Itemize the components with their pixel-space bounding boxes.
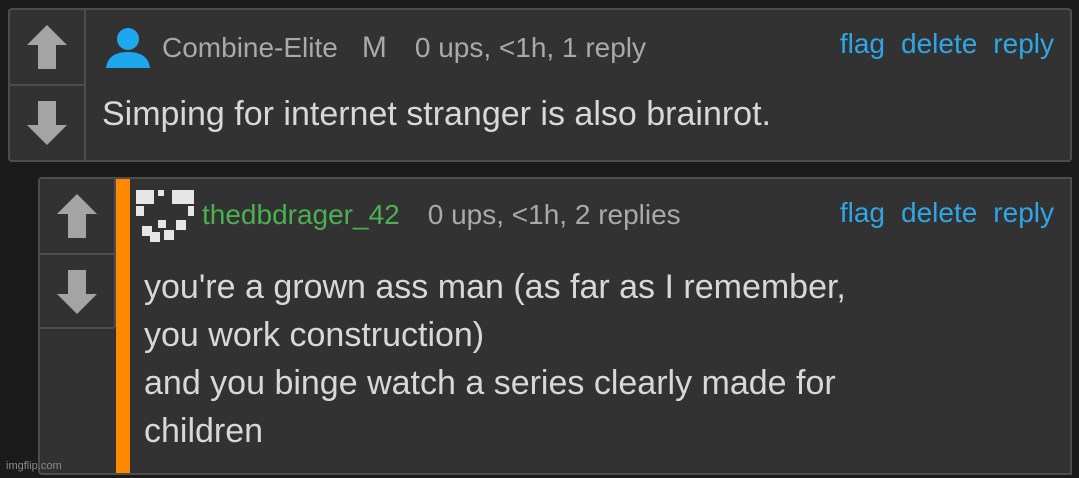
comment-body: you're a grown ass man (as far as I reme…: [144, 263, 1044, 455]
mod-badge: M: [361, 31, 387, 64]
comment-body-line: you work construction): [144, 316, 485, 354]
comment-body-line: and you binge watch a series clearly mad…: [144, 364, 836, 402]
reply-link[interactable]: reply: [993, 28, 1054, 60]
watermark: imgflip.com: [6, 460, 62, 472]
reply-comment: thedbdrager_42 0 ups, <1h, 2 replies fla…: [38, 177, 1072, 475]
comment-actions: flag delete reply: [840, 28, 1054, 60]
user-silhouette-icon[interactable]: [102, 26, 154, 70]
downvote-button[interactable]: [40, 255, 114, 329]
reply-link[interactable]: reply: [993, 197, 1054, 229]
arrow-down-icon: [57, 270, 97, 314]
comment-body-line: children: [144, 412, 264, 450]
comment-meta: 0 ups, <1h, 2 replies: [427, 199, 681, 230]
username[interactable]: thedbdrager_42: [202, 199, 400, 231]
reply-accent-bar: [116, 179, 130, 473]
comment-body-line: you're a grown ass man (as far as I reme…: [144, 268, 846, 306]
username[interactable]: Combine-Elite: [162, 32, 338, 64]
flag-link[interactable]: flag: [840, 197, 885, 229]
pixel-avatar-icon[interactable]: [136, 186, 194, 244]
arrow-up-icon: [57, 194, 97, 238]
comment-meta: 0 ups, <1h, 1 reply: [414, 32, 647, 63]
arrow-up-icon: [27, 25, 67, 69]
delete-link[interactable]: delete: [901, 28, 977, 60]
arrow-down-icon: [27, 101, 67, 145]
vote-column: [40, 179, 116, 329]
comment: Combine-Elite M 0 ups, <1h, 1 reply flag…: [8, 8, 1072, 162]
comment-actions: flag delete reply: [840, 197, 1054, 229]
comment-header: Combine-Elite M 0 ups, <1h, 1 reply: [102, 28, 646, 68]
upvote-button[interactable]: [10, 10, 84, 86]
downvote-button[interactable]: [10, 86, 84, 160]
vote-column: [10, 10, 86, 160]
upvote-button[interactable]: [40, 179, 114, 255]
delete-link[interactable]: delete: [901, 197, 977, 229]
comment-header: thedbdrager_42 0 ups, <1h, 2 replies: [136, 188, 681, 242]
comment-body: Simping for internet stranger is also br…: [102, 95, 771, 133]
flag-link[interactable]: flag: [840, 28, 885, 60]
